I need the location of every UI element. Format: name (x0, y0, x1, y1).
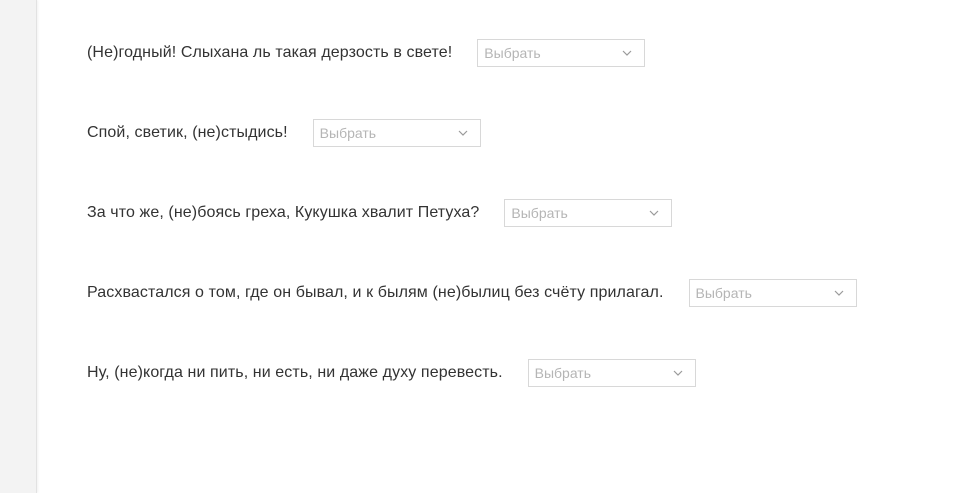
chevron-down-icon (458, 130, 468, 136)
question-text: Ну, (не)когда ни пить, ни есть, ни даже … (87, 364, 503, 381)
question-row-1: (Не)годный! Слыхана ль такая дерзость в … (87, 38, 974, 68)
select-placeholder: Выбрать (511, 205, 568, 221)
answer-select-3[interactable]: Выбрать (504, 199, 673, 227)
answer-select-5[interactable]: Выбрать (527, 359, 696, 387)
question-list: (Не)годный! Слыхана ль такая дерзость в … (87, 38, 974, 438)
select-placeholder: Выбрать (534, 365, 592, 381)
select-placeholder: Выбрать (695, 285, 752, 301)
chevron-down-icon (622, 50, 632, 56)
chevron-down-icon (673, 370, 683, 376)
question-row-3: За что же, (не)боясь греха, Кукушка хвал… (87, 198, 974, 228)
select-placeholder: Выбрать (484, 45, 541, 61)
question-text: Спой, светик, (не)стыдись! (87, 124, 288, 141)
chevron-down-icon (649, 210, 659, 216)
quiz-page: (Не)годный! Слыхана ль такая дерзость в … (0, 0, 974, 493)
question-row-4: Расхвастался о том, где он бывал, и к бы… (87, 278, 974, 308)
left-gutter (0, 0, 37, 493)
answer-select-1[interactable]: Выбрать (477, 39, 646, 67)
question-text: За что же, (не)боясь греха, Кукушка хвал… (87, 204, 480, 221)
question-row-5: Ну, (не)когда ни пить, ни есть, ни даже … (87, 358, 974, 388)
select-placeholder: Выбрать (319, 125, 377, 141)
question-text: (Не)годный! Слыхана ль такая дерзость в … (87, 44, 453, 61)
answer-select-4[interactable]: Выбрать (688, 279, 857, 307)
chevron-down-icon (834, 290, 843, 296)
question-text: Расхвастался о том, где он бывал, и к бы… (87, 284, 664, 301)
answer-select-2[interactable]: Выбрать (312, 119, 481, 147)
question-row-2: Спой, светик, (не)стыдись! Выбрать (87, 118, 974, 148)
